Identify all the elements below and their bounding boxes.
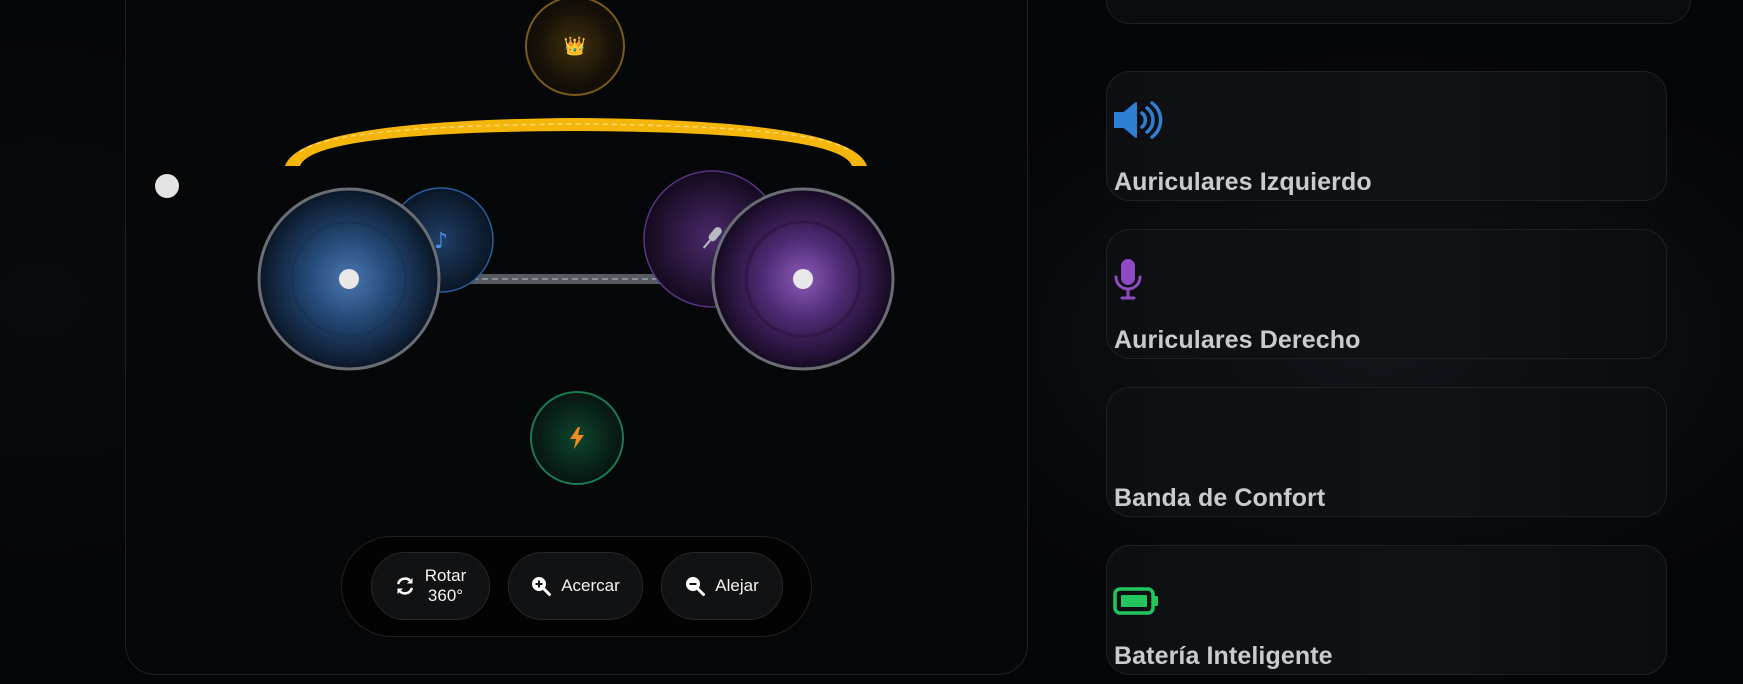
left-ear-cup[interactable] <box>257 187 441 371</box>
lightning-icon <box>570 427 584 449</box>
rotate-button[interactable]: Rotar 360° <box>371 552 490 620</box>
card-right-earcup[interactable]: Auriculares Derecho <box>1106 229 1667 359</box>
card-left-earcup[interactable]: Auriculares Izquierdo <box>1106 71 1667 201</box>
zoom-in-label: Acercar <box>561 576 620 595</box>
battery-full-icon <box>1113 587 1158 615</box>
card-title: Batería Inteligente <box>1114 642 1333 670</box>
zoom-out-label: Alejar <box>715 576 759 595</box>
speaker-volume-icon <box>1114 101 1163 139</box>
card-smart-battery[interactable]: Batería Inteligente <box>1106 545 1667 675</box>
rotate-label: Rotar 360° <box>424 566 467 605</box>
headband[interactable] <box>285 118 867 166</box>
right-ear-cup[interactable] <box>711 187 895 371</box>
music-note-icon: ♪ <box>434 229 448 254</box>
power-node[interactable] <box>530 391 624 485</box>
zoom-in-button[interactable]: Acercar <box>508 552 643 620</box>
card-title: Auriculares Izquierdo <box>1114 168 1372 196</box>
zoom-out-button[interactable]: Alejar <box>661 552 783 620</box>
rotate-icon <box>396 577 413 595</box>
card-comfort-band[interactable]: Banda de Confort <box>1106 387 1667 517</box>
view-controls: Rotar 360° Acercar Alejar <box>341 536 812 637</box>
zoom-in-icon <box>532 577 552 596</box>
microphone-icon <box>1114 259 1142 300</box>
card-title: Banda de Confort <box>1114 484 1326 512</box>
zoom-out-icon <box>686 577 706 596</box>
card-title: Auriculares Derecho <box>1114 326 1361 354</box>
